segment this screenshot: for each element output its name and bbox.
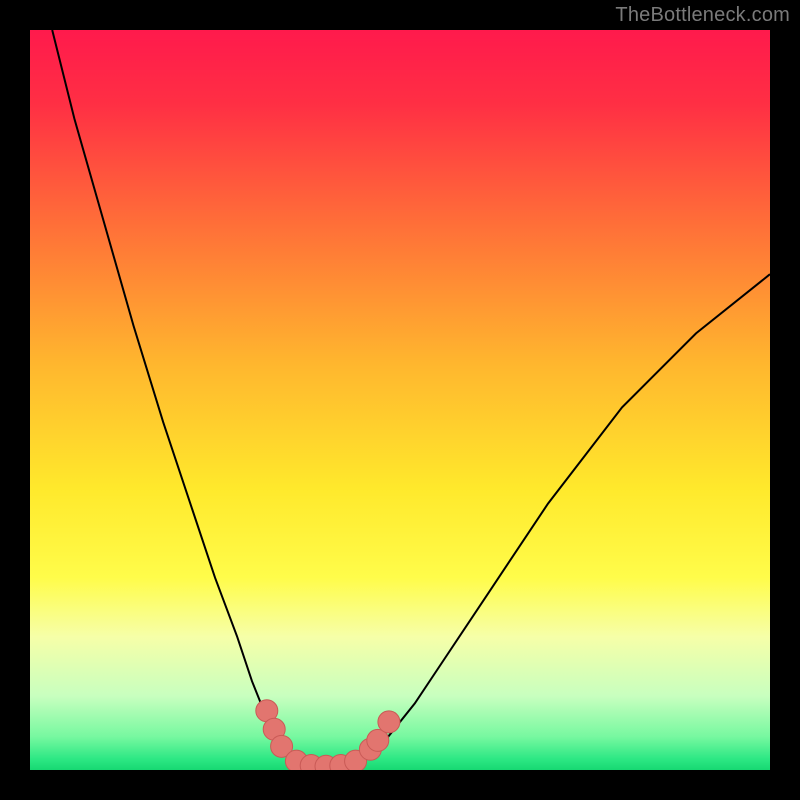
curve-layer bbox=[30, 30, 770, 770]
bottleneck-curve bbox=[52, 30, 770, 769]
watermark-text: TheBottleneck.com bbox=[615, 4, 790, 27]
curve-marker bbox=[378, 711, 400, 733]
marker-group bbox=[256, 700, 400, 770]
plot-area bbox=[30, 30, 770, 770]
chart-stage: TheBottleneck.com bbox=[0, 0, 800, 800]
